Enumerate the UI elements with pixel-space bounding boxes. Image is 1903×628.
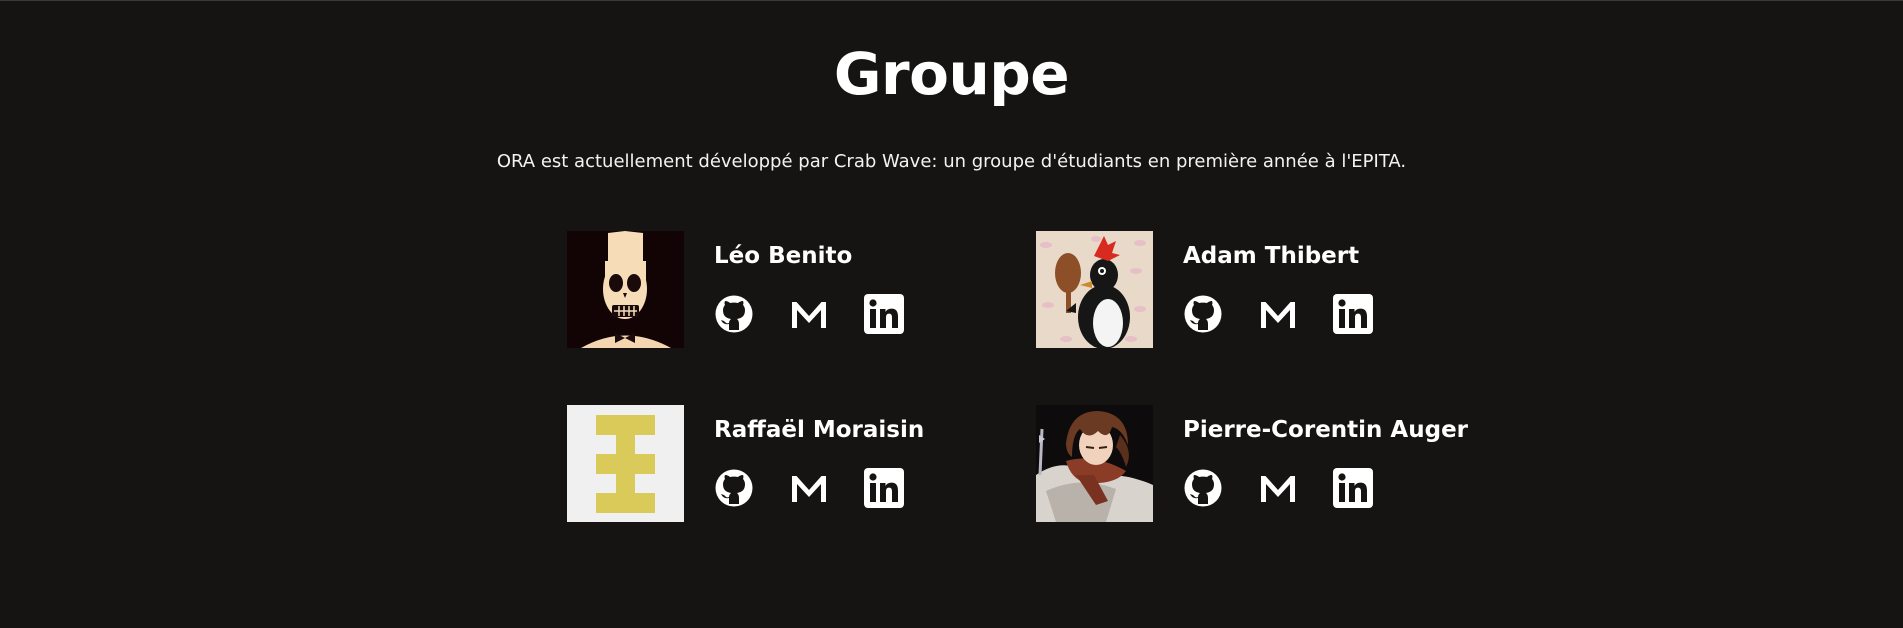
member-card: Léo Benito <box>567 231 1087 348</box>
linkedin-icon[interactable] <box>864 294 904 334</box>
skeleton-character-avatar <box>567 231 684 348</box>
group-section: Groupe ORA est actuellement développé pa… <box>0 0 1903 628</box>
yellow-pixel-logo-avatar <box>567 405 684 522</box>
mail-icon[interactable] <box>789 468 829 508</box>
github-icon[interactable] <box>1183 468 1223 508</box>
member-card: Pierre-Corentin Auger <box>1036 405 1556 522</box>
mail-icon[interactable] <box>1258 468 1298 508</box>
github-icon[interactable] <box>714 468 754 508</box>
member-name: Adam Thibert <box>1183 243 1360 269</box>
group-description: ORA est actuellement développé par Crab … <box>496 151 1407 172</box>
mail-icon[interactable] <box>789 294 829 334</box>
linkedin-icon[interactable] <box>864 468 904 508</box>
linkedin-icon[interactable] <box>1333 468 1373 508</box>
member-card: Raffaël Moraisin <box>567 405 1087 522</box>
page-title: Groupe <box>833 40 1070 108</box>
anime-character-avatar <box>1036 405 1153 522</box>
penguin-figure-avatar <box>1036 231 1153 348</box>
member-name: Léo Benito <box>714 243 853 269</box>
github-icon[interactable] <box>714 294 754 334</box>
mail-icon[interactable] <box>1258 294 1298 334</box>
member-name: Raffaël Moraisin <box>714 417 925 443</box>
member-name: Pierre-Corentin Auger <box>1183 417 1469 443</box>
linkedin-icon[interactable] <box>1333 294 1373 334</box>
github-icon[interactable] <box>1183 294 1223 334</box>
member-card: Adam Thibert <box>1036 231 1556 348</box>
